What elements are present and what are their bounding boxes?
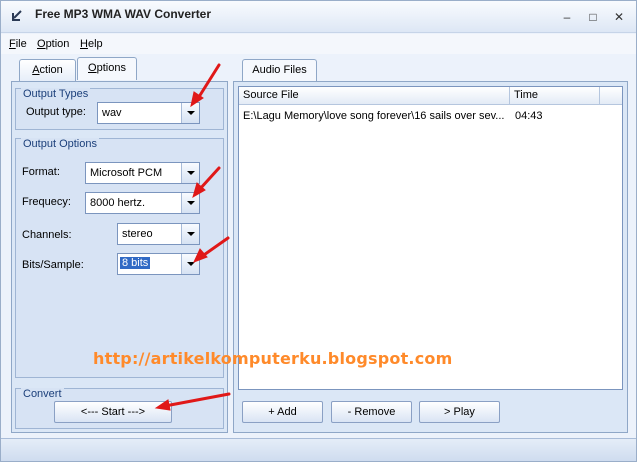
format-select[interactable]: Microsoft PCM bbox=[85, 162, 200, 184]
tab-audio-files[interactable]: Audio Files bbox=[242, 59, 317, 82]
chevron-down-icon[interactable] bbox=[181, 103, 199, 123]
output-options-group: Output Options Format: Microsoft PCM Fre… bbox=[15, 138, 224, 378]
format-label: Format: bbox=[22, 166, 60, 178]
tab-options-label: ptions bbox=[96, 62, 126, 74]
menu-option[interactable]: Option bbox=[37, 38, 69, 50]
list-header: Source File Time bbox=[239, 87, 622, 105]
start-button[interactable]: <--- Start ---> bbox=[54, 401, 172, 423]
audio-files-panel: Source File Time E:\Lagu Memory\love son… bbox=[233, 81, 628, 433]
output-types-group: Output Types Output type: wav bbox=[15, 88, 224, 130]
maximize-button[interactable]: □ bbox=[582, 8, 604, 26]
tab-action-label: ction bbox=[39, 64, 63, 76]
row-time: 04:43 bbox=[515, 110, 543, 122]
chevron-down-icon[interactable] bbox=[181, 224, 199, 244]
channels-value: stereo bbox=[122, 228, 153, 240]
app-window: Free MP3 WMA WAV Converter – □ ✕ File Op… bbox=[0, 0, 637, 462]
menu-bar: File Option Help bbox=[1, 34, 636, 54]
col-source-file[interactable]: Source File bbox=[243, 89, 299, 101]
output-options-title: Output Options bbox=[21, 138, 99, 150]
status-bar bbox=[1, 438, 636, 461]
frequency-label: Frequecy: bbox=[22, 196, 71, 208]
tab-action[interactable]: Action bbox=[19, 59, 76, 81]
frequency-value: 8000 hertz. bbox=[90, 197, 146, 209]
menu-option-label: ption bbox=[45, 38, 70, 50]
menu-file-label: ile bbox=[15, 38, 27, 50]
column-separator[interactable] bbox=[509, 87, 510, 105]
app-icon bbox=[12, 10, 22, 21]
output-type-select[interactable]: wav bbox=[97, 102, 200, 124]
tab-options[interactable]: Options bbox=[77, 57, 137, 80]
remove-button[interactable]: - Remove bbox=[331, 401, 412, 423]
channels-label: Channels: bbox=[22, 229, 72, 241]
table-row[interactable]: E:\Lagu Memory\love song forever\16 sail… bbox=[239, 108, 622, 126]
play-button[interactable]: > Play bbox=[419, 401, 500, 423]
file-list[interactable]: Source File Time E:\Lagu Memory\love son… bbox=[238, 86, 623, 390]
add-button[interactable]: + Add bbox=[242, 401, 323, 423]
menu-option-accel: O bbox=[37, 38, 46, 50]
chevron-down-icon[interactable] bbox=[181, 254, 199, 274]
channels-select[interactable]: stereo bbox=[117, 223, 200, 245]
minimize-button[interactable]: – bbox=[556, 8, 578, 26]
menu-help-accel: H bbox=[80, 38, 88, 50]
tab-action-accel: A bbox=[32, 64, 40, 76]
bits-select[interactable]: 8 bits bbox=[117, 253, 200, 275]
output-types-title: Output Types bbox=[21, 88, 91, 100]
menu-help[interactable]: Help bbox=[80, 38, 103, 50]
bits-value: 8 bits bbox=[118, 256, 152, 270]
chevron-down-icon[interactable] bbox=[181, 193, 199, 213]
frequency-select[interactable]: 8000 hertz. bbox=[85, 192, 200, 214]
menu-file[interactable]: File bbox=[9, 38, 27, 50]
options-panel: Output Types Output type: wav Output Opt… bbox=[11, 81, 228, 433]
chevron-down-icon[interactable] bbox=[181, 163, 199, 183]
close-button[interactable]: ✕ bbox=[608, 8, 630, 26]
bits-label: Bits/Sample: bbox=[22, 259, 84, 271]
output-type-label: Output type: bbox=[26, 106, 86, 118]
tab-options-accel: O bbox=[88, 62, 97, 74]
col-time[interactable]: Time bbox=[514, 89, 538, 101]
watermark-url: http://artikelkomputerku.blogspot.com bbox=[93, 349, 453, 368]
menu-help-label: elp bbox=[87, 38, 103, 50]
tab-audio-files-label: Audio Files bbox=[252, 64, 307, 76]
column-separator[interactable] bbox=[599, 87, 600, 105]
window-title: Free MP3 WMA WAV Converter bbox=[35, 7, 212, 21]
format-value: Microsoft PCM bbox=[90, 167, 163, 179]
output-type-value: wav bbox=[102, 107, 122, 119]
row-source-file: E:\Lagu Memory\love song forever\16 sail… bbox=[243, 110, 505, 122]
menu-file-accel: F bbox=[9, 38, 16, 50]
title-bar[interactable]: Free MP3 WMA WAV Converter – □ ✕ bbox=[1, 1, 636, 33]
convert-group: Convert <--- Start ---> bbox=[15, 388, 224, 429]
convert-title: Convert bbox=[21, 388, 64, 400]
